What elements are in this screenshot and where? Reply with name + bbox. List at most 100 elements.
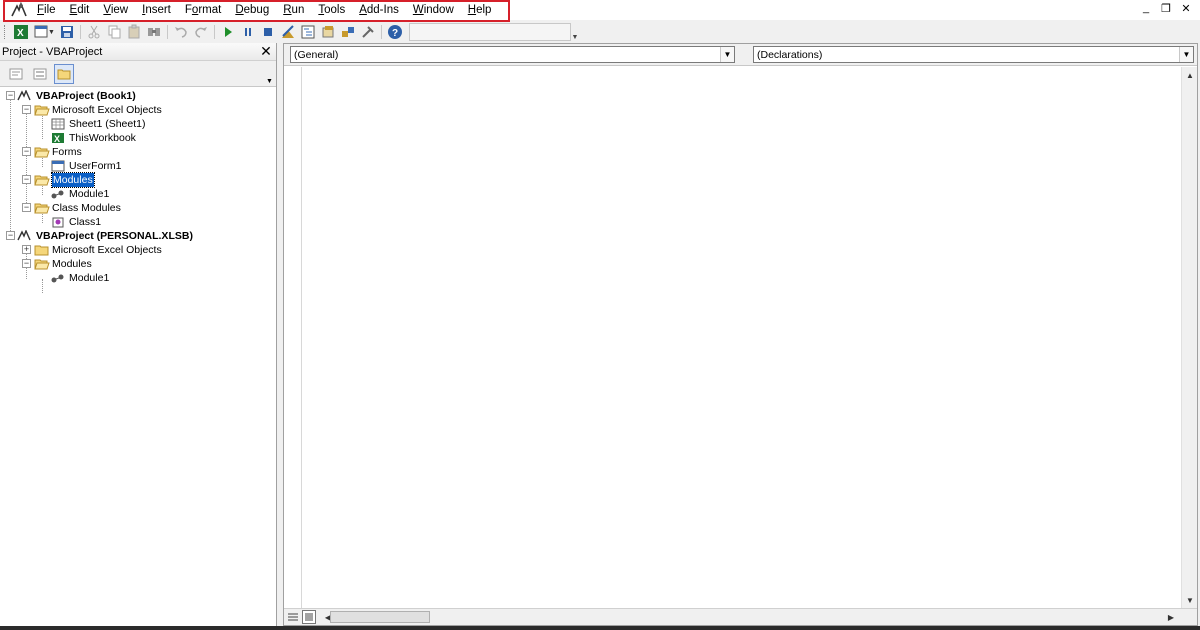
tree-item-thisworkbook[interactable]: X ThisWorkbook <box>0 131 270 145</box>
horizontal-scrollbar-bar: ◀ ▶ <box>284 608 1197 625</box>
run-icon[interactable] <box>218 23 238 41</box>
collapse-toggle[interactable]: − <box>22 147 31 156</box>
toolbar-separator <box>214 25 215 39</box>
menu-add-ins[interactable]: Add-Ins <box>352 0 406 20</box>
collapse-toggle[interactable]: − <box>22 203 31 212</box>
menu-tools[interactable]: Tools <box>311 0 352 20</box>
folder-icon <box>34 243 50 257</box>
project-tree: − VBAProject (Book1) − Microsoft Excel O… <box>0 87 276 293</box>
help-icon[interactable]: ? <box>385 23 405 41</box>
tree-item-excel-objects[interactable]: − Microsoft Excel Objects <box>0 103 270 117</box>
copy-icon[interactable] <box>104 23 124 41</box>
tree-item-userform1[interactable]: UserForm1 <box>0 159 270 173</box>
horizontal-scroll-thumb[interactable] <box>330 611 430 623</box>
window-controls: _ ❐ ✕ <box>1140 2 1192 15</box>
vbaproject-icon <box>16 89 32 103</box>
cut-icon[interactable] <box>84 23 104 41</box>
break-icon[interactable] <box>238 23 258 41</box>
module-icon <box>50 271 66 285</box>
project-explorer-title: Project - VBAProject <box>2 45 103 58</box>
project-explorer-title-bar: Project - VBAProject ✕ <box>0 43 276 61</box>
vbaproject-icon <box>16 229 32 243</box>
menu-window[interactable]: Window <box>406 0 461 20</box>
excel-icon[interactable]: X <box>11 23 31 41</box>
full-module-view-icon[interactable] <box>302 610 316 624</box>
paste-icon[interactable] <box>124 23 144 41</box>
project-explorer: Project - VBAProject ✕ ▼ − VBAProject (B… <box>0 43 277 626</box>
tree-item-class1[interactable]: Class1 <box>0 215 270 229</box>
menu-file[interactable]: File <box>30 0 63 20</box>
collapse-toggle[interactable]: − <box>6 231 15 240</box>
collapse-toggle[interactable]: − <box>6 91 15 100</box>
object-browser-icon[interactable] <box>338 23 358 41</box>
code-margin-indicator-bar[interactable] <box>284 67 302 608</box>
chevron-down-icon[interactable]: ▼ <box>720 47 734 62</box>
tree-item-excel-objects-personal[interactable]: + Microsoft Excel Objects <box>0 243 270 257</box>
folder-open-icon <box>34 201 50 215</box>
collapse-toggle[interactable]: − <box>22 175 31 184</box>
reset-icon[interactable] <box>258 23 278 41</box>
collapse-toggle[interactable]: − <box>22 259 31 268</box>
close-icon[interactable]: ✕ <box>1180 2 1192 15</box>
userform-icon <box>50 159 66 173</box>
menu-run[interactable]: Run <box>276 0 311 20</box>
menu-view[interactable]: View <box>96 0 135 20</box>
tree-item-class-modules[interactable]: − Class Modules <box>0 201 270 215</box>
menu-debug[interactable]: Debug <box>228 0 276 20</box>
code-window-combo-bar: (General) ▼ (Declarations) ▼ <box>284 44 1197 66</box>
tree-item-vbaproject-book1[interactable]: − VBAProject (Book1) <box>0 89 270 103</box>
folder-open-icon <box>34 103 50 117</box>
menu-insert[interactable]: Insert <box>135 0 178 20</box>
tree-item-sheet1[interactable]: Sheet1 (Sheet1) <box>0 117 270 131</box>
menu-edit[interactable]: Edit <box>63 0 97 20</box>
toolbox-icon[interactable] <box>358 23 378 41</box>
find-icon[interactable] <box>144 23 164 41</box>
minimize-icon[interactable]: _ <box>1140 2 1152 15</box>
undo-icon[interactable] <box>171 23 191 41</box>
toolbar-grip[interactable] <box>4 25 7 39</box>
design-mode-icon[interactable] <box>278 23 298 41</box>
tree-item-forms[interactable]: − Forms <box>0 145 270 159</box>
menu-help[interactable]: Help <box>461 0 499 20</box>
project-explorer-toolbar: ▼ <box>0 61 276 87</box>
collapse-toggle[interactable]: − <box>22 105 31 114</box>
scroll-right-icon[interactable]: ▶ <box>1163 609 1179 625</box>
redo-icon[interactable] <box>191 23 211 41</box>
vba-app-icon[interactable] <box>8 1 30 19</box>
scroll-up-icon[interactable]: ▲ <box>1182 67 1198 83</box>
chevron-down-icon[interactable]: ▼ <box>48 29 55 36</box>
menu-format[interactable]: Format <box>178 0 228 20</box>
svg-text:?: ? <box>392 28 398 39</box>
tree-item-vbaproject-personal[interactable]: − VBAProject (PERSONAL.XLSB) <box>0 229 270 243</box>
project-explorer-icon[interactable] <box>298 23 318 41</box>
restore-icon[interactable]: ❐ <box>1160 2 1172 15</box>
svg-text:X: X <box>54 134 60 144</box>
toolbar-overflow-icon[interactable]: ▼ <box>266 65 274 85</box>
procedure-combo[interactable]: (Declarations) ▼ <box>753 46 1194 63</box>
save-icon[interactable] <box>57 23 77 41</box>
svg-text:X: X <box>17 28 24 39</box>
view-code-icon[interactable] <box>6 64 26 84</box>
taskbar-edge <box>0 626 1200 630</box>
vertical-scrollbar[interactable]: ▲ ▼ <box>1181 67 1197 608</box>
chevron-down-icon[interactable]: ▼ <box>1179 47 1193 62</box>
scroll-down-icon[interactable]: ▼ <box>1182 592 1198 608</box>
cursor-position-box <box>409 23 571 41</box>
code-editor[interactable] <box>284 67 1181 608</box>
close-icon[interactable]: ✕ <box>258 43 274 60</box>
toggle-folders-icon[interactable] <box>54 63 74 84</box>
tree-item-modules-personal[interactable]: − Modules <box>0 257 270 271</box>
menu-bar: File Edit View Insert Format Debug Run T… <box>0 0 1200 20</box>
view-object-icon[interactable] <box>30 64 50 84</box>
folder-open-icon <box>34 173 50 187</box>
properties-window-icon[interactable] <box>318 23 338 41</box>
object-combo[interactable]: (General) ▼ <box>290 46 735 63</box>
procedure-view-icon[interactable] <box>286 610 300 624</box>
folder-open-icon <box>34 145 50 159</box>
toolbar-options-icon[interactable]: ▼ <box>571 23 579 41</box>
expand-toggle[interactable]: + <box>22 245 31 254</box>
toolbar-separator <box>167 25 168 39</box>
tree-item-module1-personal[interactable]: Module1 <box>0 271 270 285</box>
tree-item-modules[interactable]: − Modules <box>0 172 270 188</box>
tree-item-module1[interactable]: Module1 <box>0 187 270 201</box>
